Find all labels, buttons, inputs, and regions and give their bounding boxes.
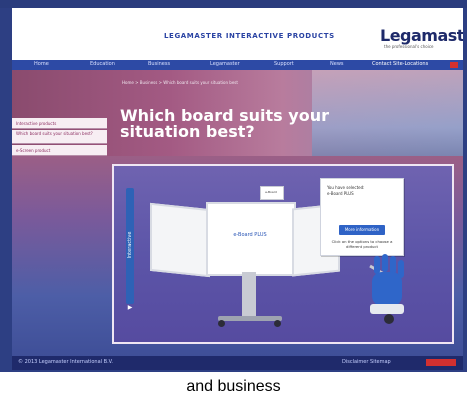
brand-logo-text: Legamaster — [380, 26, 463, 45]
main-content: Interactive ▶ e-Board e-Board PLUS You h… — [12, 156, 463, 356]
footer-badge[interactable] — [426, 359, 456, 366]
footer-links[interactable]: Disclaimer Sitemap — [342, 359, 391, 365]
sidebar-item-interactive-products[interactable]: Interactive products — [12, 118, 107, 129]
site-header: LEGAMASTER INTERACTIVE PRODUCTS Legamast… — [12, 8, 463, 60]
breadcrumb[interactable]: Home > Business > Which board suits your… — [122, 80, 238, 85]
sidebar-item-escreen[interactable]: e-Screen product — [12, 145, 107, 156]
brand-tagline: the professional's choice — [384, 44, 434, 49]
more-information-button[interactable]: More information — [339, 225, 385, 235]
footer-copyright: © 2013 Legamaster International B.V. — [18, 359, 114, 365]
hero-photo — [312, 70, 463, 166]
sidebar: Interactive products Which board suits y… — [12, 118, 107, 158]
whiteboard-stand — [242, 272, 256, 318]
site-footer: © 2013 Legamaster International B.V. Dis… — [12, 356, 463, 370]
screenshot: LEGAMASTER INTERACTIVE PRODUCTS Legamast… — [0, 0, 467, 372]
bubble-text: You have selected: e-Board PLUS — [327, 185, 397, 197]
brand-logo[interactable]: Legamaster — [380, 26, 463, 45]
finger-icon — [382, 254, 388, 272]
nav-item-legamaster[interactable]: Legamaster — [210, 61, 240, 67]
whiteboard-left-wing[interactable] — [150, 202, 210, 278]
whiteboard-stand-foot — [218, 316, 282, 321]
header-title: LEGAMASTER INTERACTIVE PRODUCTS — [164, 32, 335, 40]
hand-palm — [372, 272, 402, 306]
hand-leg — [384, 314, 394, 324]
play-arrow-icon[interactable]: ▶ — [126, 304, 134, 312]
wheel-icon — [274, 320, 281, 327]
nav-item-business[interactable]: Business — [148, 61, 170, 67]
sidebar-item-which-board[interactable]: Which board suits your situation best? — [12, 130, 107, 144]
caption-text: and business — [186, 378, 281, 395]
nav-item-home[interactable]: Home — [34, 61, 49, 67]
mascot-hand-icon — [362, 254, 416, 324]
bubble-subtitle: e-Board PLUS — [327, 191, 354, 196]
nav-right-links[interactable]: Contact Site-Locations — [372, 61, 428, 67]
main-nav: Home Education Business Legamaster Suppo… — [12, 60, 463, 70]
page-title: Which board suits your situation best? — [120, 106, 329, 141]
hand-cuff — [370, 304, 404, 314]
wheel-icon — [218, 320, 225, 327]
mini-board-label: e-Board — [265, 190, 277, 194]
website: LEGAMASTER INTERACTIVE PRODUCTS Legamast… — [12, 8, 463, 370]
whiteboard-center[interactable] — [206, 202, 296, 276]
interactive-tab-label: Interactive — [127, 231, 133, 259]
nav-item-support[interactable]: Support — [274, 61, 294, 67]
bubble-hint: Click on the options to choose a differe… — [331, 239, 393, 249]
caption: and business — [0, 372, 467, 410]
selection-bubble: You have selected: e-Board PLUS More inf… — [320, 178, 404, 256]
product-selector-panel: Interactive ▶ e-Board e-Board PLUS You h… — [112, 164, 454, 344]
interactive-tab[interactable]: Interactive — [126, 188, 134, 304]
whiteboard-product-label: e-Board PLUS — [233, 232, 267, 238]
language-flag-icon[interactable] — [450, 62, 458, 68]
nav-item-news[interactable]: News — [330, 61, 344, 67]
window-top-bar — [0, 0, 467, 8]
nav-item-education[interactable]: Education — [90, 61, 115, 67]
